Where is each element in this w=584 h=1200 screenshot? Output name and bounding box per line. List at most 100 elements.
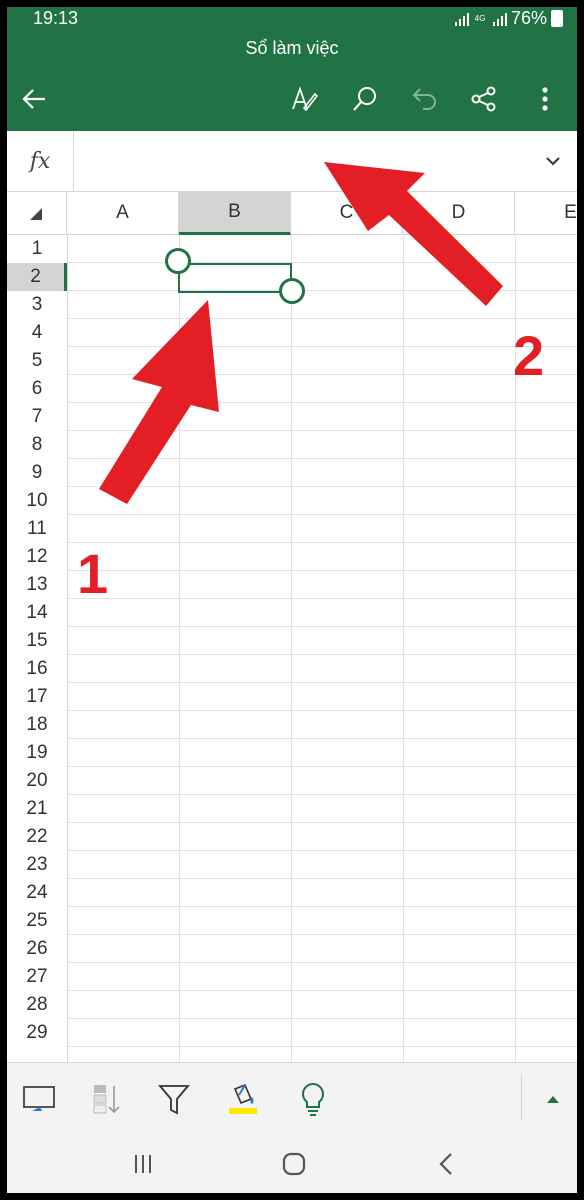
draw-icon: [292, 86, 319, 112]
share-button[interactable]: [467, 82, 501, 116]
row-header-24[interactable]: 24: [7, 879, 67, 907]
select-all-corner[interactable]: [7, 192, 67, 235]
page-title: Sổ làm việc: [245, 38, 339, 58]
column-gridline: [291, 235, 292, 1062]
search-icon: [353, 87, 376, 111]
row-gridline: [67, 738, 577, 739]
row-header-12[interactable]: 12: [7, 543, 67, 571]
row-gridline: [67, 1018, 577, 1019]
chevron-down-icon[interactable]: [541, 149, 565, 173]
row-gridline: [67, 626, 577, 627]
row-header-26[interactable]: 26: [7, 935, 67, 963]
expand-up-icon: [547, 1096, 559, 1103]
row-header-10[interactable]: 10: [7, 487, 67, 515]
status-icons: 4G 76%: [453, 8, 563, 29]
row-header-19[interactable]: 19: [7, 739, 67, 767]
row-header-7[interactable]: 7: [7, 403, 67, 431]
row-gridline: [67, 794, 577, 795]
undo-icon: [412, 88, 436, 110]
row-header-3[interactable]: 3: [7, 291, 67, 319]
row-header-9[interactable]: 9: [7, 459, 67, 487]
fill-color-button[interactable]: [223, 1079, 263, 1119]
row-header-29[interactable]: 29: [7, 1019, 67, 1047]
row-header-18[interactable]: 18: [7, 711, 67, 739]
sort-icon: [93, 1085, 120, 1114]
row-header-13[interactable]: 13: [7, 571, 67, 599]
row-gridline: [67, 262, 577, 263]
row-header-11[interactable]: 11: [7, 515, 67, 543]
column-header-c[interactable]: C: [291, 192, 403, 235]
row-gridline: [67, 766, 577, 767]
back-nav-button[interactable]: [428, 1146, 464, 1182]
row-header-partial: [7, 1047, 67, 1059]
spreadsheet-grid[interactable]: A B C D E 1 2 3 4 5 6 7 8 9 10 11 12 13 14 15 16 17 18 19 20 21 22…: [7, 192, 577, 1062]
column-header-d[interactable]: D: [403, 192, 515, 235]
annotation-label-2: 2: [513, 324, 545, 387]
network-type: 4G: [474, 13, 486, 23]
row-header-4[interactable]: 4: [7, 319, 67, 347]
search-button[interactable]: [348, 82, 382, 116]
row-header-28[interactable]: 28: [7, 991, 67, 1019]
filter-button[interactable]: [154, 1079, 194, 1119]
home-button[interactable]: [276, 1146, 312, 1182]
row-header-22[interactable]: 22: [7, 823, 67, 851]
row-gridline: [67, 598, 577, 599]
selection-handle-start[interactable]: [165, 248, 191, 274]
more-icon: [542, 87, 548, 111]
more-button[interactable]: [528, 82, 562, 116]
status-time: 19:13: [33, 8, 79, 28]
row-header-16[interactable]: 16: [7, 655, 67, 683]
selection-handle-end[interactable]: [279, 278, 305, 304]
row-gridline: [67, 514, 577, 515]
row-gridline: [67, 458, 577, 459]
row-header-17[interactable]: 17: [7, 683, 67, 711]
row-gridline: [67, 542, 577, 543]
view-button[interactable]: [19, 1079, 59, 1119]
filter-icon: [158, 1085, 190, 1115]
column-header-b[interactable]: B: [179, 192, 291, 235]
back-button[interactable]: [17, 82, 51, 116]
row-gridline: [67, 402, 577, 403]
row-header-27[interactable]: 27: [7, 963, 67, 991]
lightbulb-icon: [302, 1082, 324, 1116]
row-gridline: [67, 822, 577, 823]
row-header-14[interactable]: 14: [7, 599, 67, 627]
row-header-23[interactable]: 23: [7, 851, 67, 879]
toolbar-divider: [521, 1075, 522, 1121]
row-header-1[interactable]: 1: [7, 235, 67, 263]
row-gridline: [67, 906, 577, 907]
row-gridline: [67, 934, 577, 935]
formula-input[interactable]: [74, 131, 524, 191]
ideas-button[interactable]: [293, 1079, 333, 1119]
fx-label: fx: [7, 131, 74, 191]
draw-button[interactable]: [287, 82, 321, 116]
row-header-25[interactable]: 25: [7, 907, 67, 935]
recents-button[interactable]: [125, 1146, 161, 1182]
row-header-2[interactable]: 2: [7, 263, 67, 291]
row-gridline: [67, 290, 577, 291]
active-cell-selection[interactable]: [178, 263, 292, 293]
row-header-20[interactable]: 20: [7, 767, 67, 795]
row-header-8[interactable]: 8: [7, 431, 67, 459]
home-icon: [282, 1152, 306, 1176]
expand-ribbon-button[interactable]: [533, 1079, 573, 1119]
back-chevron-icon: [439, 1153, 452, 1175]
app-bar: 19:13 4G 76% Sổ làm việc: [7, 7, 577, 131]
signal-icon-2: [491, 12, 507, 26]
row-header-21[interactable]: 21: [7, 795, 67, 823]
row-gridline: [67, 962, 577, 963]
signal-icon: [453, 12, 469, 26]
row-header-separator: [67, 235, 68, 1062]
undo-button[interactable]: [408, 82, 442, 116]
column-header-e[interactable]: E: [515, 192, 577, 235]
row-gridline: [67, 990, 577, 991]
sort-button[interactable]: [87, 1079, 127, 1119]
row-gridline: [67, 570, 577, 571]
column-gridline: [403, 235, 404, 1062]
row-header-6[interactable]: 6: [7, 375, 67, 403]
system-navigation-bar: [7, 1134, 577, 1193]
column-header-a[interactable]: A: [67, 192, 179, 235]
row-header-5[interactable]: 5: [7, 347, 67, 375]
row-gridline: [67, 318, 577, 319]
row-header-15[interactable]: 15: [7, 627, 67, 655]
